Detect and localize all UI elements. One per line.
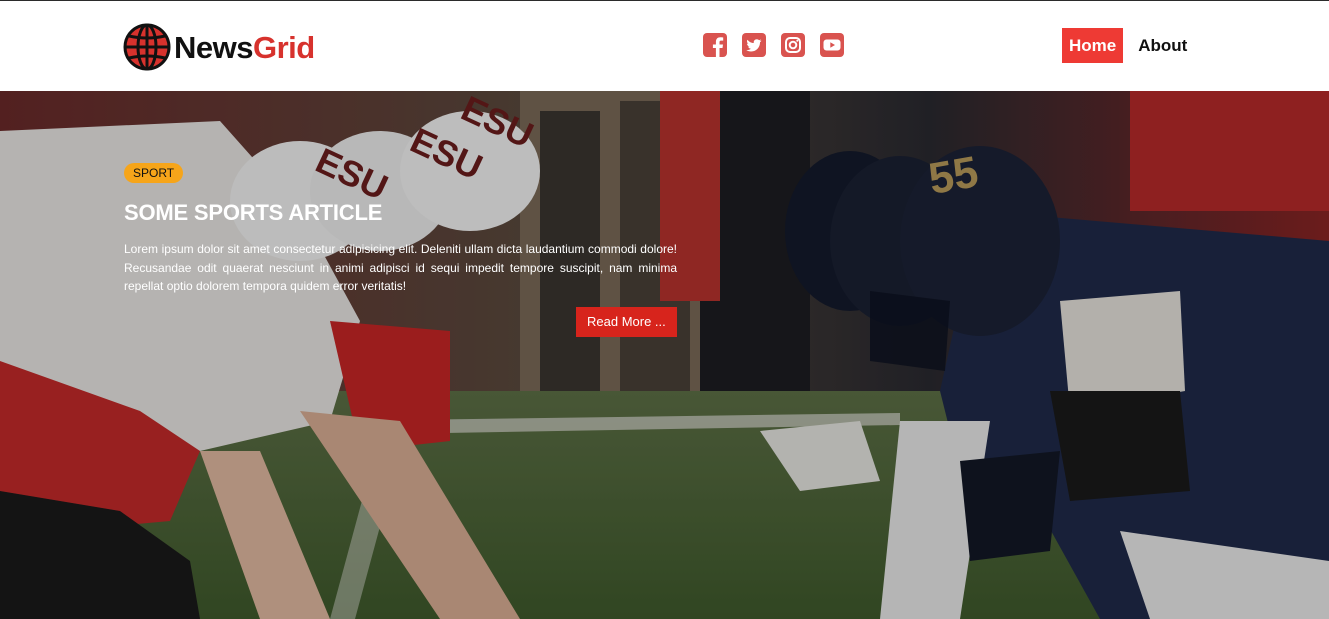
article-title: SOME SPORTS ARTICLE — [124, 200, 383, 225]
nav-home-link[interactable]: Home — [1062, 28, 1124, 63]
featured-article: SPORT SOME SPORTS ARTICLE Lorem ipsum do… — [124, 163, 677, 337]
main-nav: Home About — [1062, 28, 1194, 63]
article-excerpt: Lorem ipsum dolor sit amet consectetur a… — [124, 242, 677, 293]
nav-about-link[interactable]: About — [1131, 28, 1194, 63]
instagram-icon[interactable] — [780, 32, 806, 58]
brand-name-news: News — [174, 29, 253, 65]
twitter-icon[interactable] — [741, 32, 767, 58]
brand-name: NewsGrid — [174, 32, 315, 63]
youtube-icon[interactable] — [819, 32, 845, 58]
globe-icon — [123, 23, 171, 71]
social-links — [702, 32, 845, 58]
facebook-icon[interactable] — [702, 32, 728, 58]
brand-name-grid: Grid — [252, 29, 315, 65]
brand-logo-link[interactable]: NewsGrid — [123, 22, 315, 72]
hero-banner: ESU ESU ESU 55 SPORT SOME SPORTS ARTICLE… — [0, 91, 1329, 619]
category-badge[interactable]: SPORT — [124, 163, 184, 183]
navbar: NewsGrid Home About — [0, 1, 1329, 91]
read-more-button[interactable]: Read More ... — [576, 307, 677, 337]
